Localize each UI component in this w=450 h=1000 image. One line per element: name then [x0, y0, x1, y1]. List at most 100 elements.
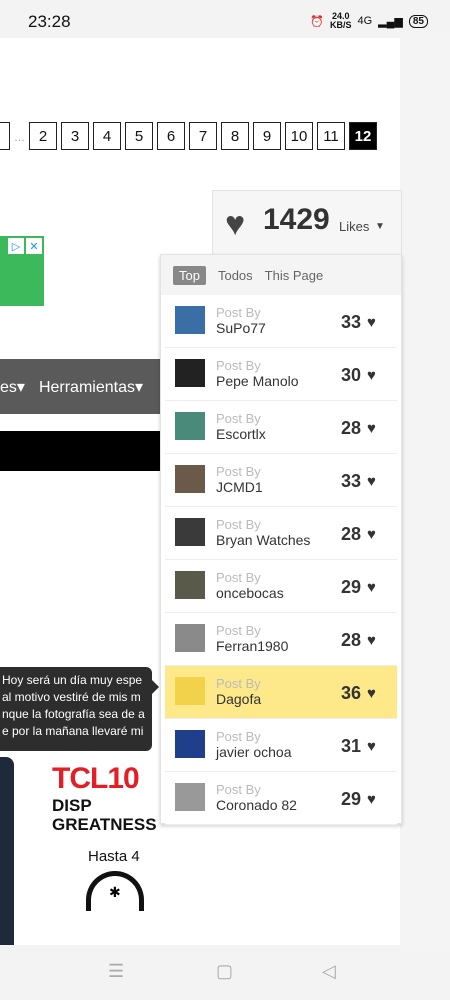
nav-item-herramientas-label: Herramientas: [38, 378, 135, 396]
page-link[interactable]: 8: [221, 122, 249, 150]
network-speed: 24.0 KB/S: [330, 12, 352, 30]
page-link[interactable]: 6: [157, 122, 185, 150]
post-author[interactable]: Dagofa: [216, 691, 261, 707]
likes-label: Likes: [339, 219, 370, 234]
post-author[interactable]: Bryan Watches: [216, 532, 310, 548]
heart-icon: ♥: [367, 632, 376, 649]
page-link[interactable]: 2: [29, 122, 57, 150]
heart-icon: ♥: [367, 526, 376, 543]
tab-top[interactable]: Top: [173, 265, 206, 285]
status-time: 23:28: [28, 12, 71, 31]
tcl-logo: TCL10: [52, 762, 162, 796]
top-post-row[interactable]: Post By Pepe Manolo 30 ♥: [165, 348, 397, 401]
post-by-label: Post By: [216, 623, 261, 638]
nav-item-herramientas[interactable]: Herramientas▾: [39, 377, 143, 397]
post-thumbnail[interactable]: [175, 730, 205, 758]
post-likes-count: 29: [341, 577, 362, 597]
header-bar: [0, 431, 160, 471]
top-post-row[interactable]: Post By Bryan Watches 28 ♥: [165, 507, 397, 560]
top-post-row[interactable]: Post By Escortlx 28 ♥: [165, 401, 397, 454]
back-icon[interactable]: ◁: [322, 961, 336, 982]
pagination-ellipsis: …: [14, 132, 25, 144]
post-by-label: Post By: [216, 517, 261, 532]
caret-down-icon: ▾: [134, 378, 143, 396]
heart-icon: ♥: [367, 738, 376, 755]
tooltip-arrow: [152, 680, 159, 694]
page-link[interactable]: 3: [61, 122, 89, 150]
top-post-row[interactable]: Post By Coronado 82 29 ♥: [165, 772, 397, 825]
post-thumbnail[interactable]: [175, 518, 205, 546]
post-likes-count: 30: [341, 365, 362, 385]
page-link-partial[interactable]: [0, 122, 10, 150]
ad-close-icon[interactable]: ✕: [26, 238, 42, 254]
nav-item-partial-label: es: [0, 378, 17, 396]
page-link[interactable]: 10: [285, 122, 313, 150]
post-author[interactable]: Ferran1980: [216, 638, 288, 654]
heart-icon: ♥: [367, 791, 376, 808]
post-author[interactable]: JCMD1: [216, 479, 263, 495]
tcl-logo-model: 10: [107, 762, 139, 795]
caret-down-icon: ▾: [16, 378, 25, 396]
tcl-ad-line1: DISP: [52, 796, 92, 815]
page-link[interactable]: 9: [253, 122, 281, 150]
speed-unit: KB/S: [329, 20, 352, 30]
status-bar: 23:28 ⏰ 24.0 KB/S 4G ▂▄▆ 85: [0, 0, 450, 38]
heart-icon: ♥: [367, 314, 376, 331]
top-post-row[interactable]: Post By oncebocas 29 ♥: [165, 560, 397, 613]
tooltip-line: al motivo vestiré de mis m: [2, 690, 141, 704]
tooltip-line: nque la fotografía sea de a: [2, 707, 145, 721]
likes-widget-button[interactable]: ♥ 1429 Likes ▼: [212, 190, 402, 255]
post-thumbnail[interactable]: [175, 306, 205, 334]
post-thumbnail[interactable]: [175, 624, 205, 652]
home-icon[interactable]: ▢: [216, 961, 233, 982]
post-author[interactable]: SuPo77: [216, 320, 266, 336]
top-post-row[interactable]: Post By Ferran1980 28 ♥: [165, 613, 397, 666]
post-author[interactable]: Pepe Manolo: [216, 373, 299, 389]
site-nav-menu: es▾ Herramientas▾: [0, 359, 160, 414]
post-thumbnail[interactable]: [175, 677, 205, 705]
post-author[interactable]: javier ochoa: [216, 744, 292, 760]
page-link[interactable]: 7: [189, 122, 217, 150]
top-post-row[interactable]: Post By SuPo77 33 ♥: [165, 295, 397, 348]
page-link[interactable]: 5: [125, 122, 153, 150]
menu-icon[interactable]: ☰: [108, 961, 124, 982]
nav-item-partial[interactable]: es▾: [0, 377, 25, 397]
top-post-row[interactable]: Post By javier ochoa 31 ♥: [165, 719, 397, 772]
page-link[interactable]: 4: [93, 122, 121, 150]
post-thumbnail[interactable]: [175, 359, 205, 387]
caret-down-icon: ▼: [375, 221, 385, 232]
network-type: 4G: [357, 15, 373, 27]
likes-tabs: Top Todos This Page: [161, 255, 401, 295]
status-icons: ⏰ 24.0 KB/S 4G ▂▄▆ 85: [310, 12, 428, 30]
ad-banner[interactable]: ▷ ✕: [0, 236, 44, 306]
post-by-label: Post By: [216, 358, 261, 373]
tab-this-page[interactable]: This Page: [265, 268, 324, 283]
post-by-label: Post By: [216, 464, 261, 479]
page-link-current[interactable]: 12: [349, 122, 377, 150]
post-thumbnail[interactable]: [175, 465, 205, 493]
post-likes-count: 29: [341, 789, 362, 809]
post-by-label: Post By: [216, 411, 261, 426]
post-tooltip: Hoy será un día muy espe al motivo vesti…: [0, 667, 152, 751]
post-thumbnail[interactable]: [175, 412, 205, 440]
ad-phone-image: [0, 757, 14, 947]
post-author[interactable]: Escortlx: [216, 426, 266, 442]
post-likes-count: 28: [341, 524, 362, 544]
post-thumbnail[interactable]: [175, 783, 205, 811]
ad-info-icon[interactable]: ▷: [8, 238, 24, 254]
tab-todos[interactable]: Todos: [218, 268, 253, 283]
post-thumbnail[interactable]: [175, 571, 205, 599]
top-post-row[interactable]: Post By Dagofa 36 ♥: [165, 666, 397, 719]
post-likes-count: 31: [341, 736, 362, 756]
top-posts-list: Post By SuPo77 33 ♥ Post By Pepe Manolo 30 ♥ Pos…: [165, 295, 397, 825]
alarm-icon: ⏰: [310, 15, 324, 28]
post-author[interactable]: oncebocas: [216, 585, 284, 601]
page-margin: [400, 38, 450, 945]
heart-icon: ♥: [367, 367, 376, 384]
post-likes-count: 33: [341, 312, 362, 332]
post-likes-count: 28: [341, 418, 362, 438]
post-author[interactable]: Coronado 82: [216, 797, 297, 813]
page-link[interactable]: 11: [317, 122, 345, 150]
top-post-row[interactable]: Post By JCMD1 33 ♥: [165, 454, 397, 507]
tcl-ad[interactable]: TCL10 DISP GREATNESS Hasta 4 ✱: [52, 762, 162, 942]
